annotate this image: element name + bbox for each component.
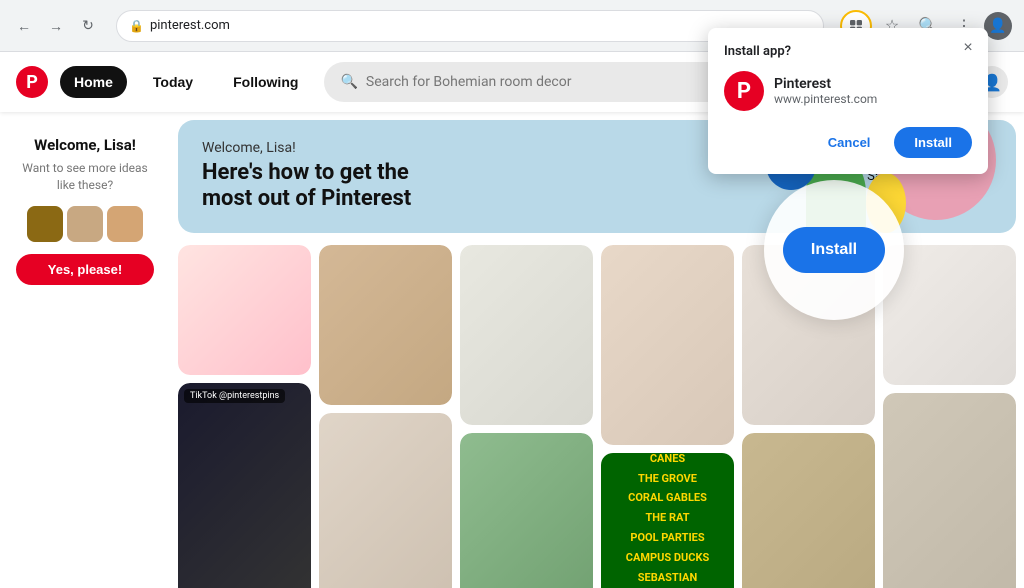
yes-please-button[interactable]: Yes, please! <box>16 254 154 285</box>
list-item[interactable] <box>742 433 875 588</box>
list-item[interactable]: CANES THE GROVE CORAL GABLES THE RAT POO… <box>601 453 734 588</box>
install-app-popup: × Install app? P Pinterest www.pinterest… <box>708 28 988 174</box>
sidebar: Welcome, Lisa! Want to see more ideas li… <box>0 112 170 588</box>
tiktok-badge: TikTok @pinterestpins <box>184 389 285 403</box>
popup-actions: Cancel Install <box>724 127 972 158</box>
install-overlay: Install <box>764 180 904 320</box>
list-item[interactable]: TikTok @pinterestpins <box>178 383 311 588</box>
nav-home-button[interactable]: Home <box>60 66 127 98</box>
popup-app-url: www.pinterest.com <box>774 92 877 106</box>
sample-pin-1 <box>27 206 63 242</box>
list-item[interactable] <box>319 413 452 588</box>
nav-following-button[interactable]: Following <box>219 66 312 98</box>
search-icon: 🔍 <box>340 74 357 90</box>
popup-app-details: Pinterest www.pinterest.com <box>774 76 877 106</box>
sample-pins <box>16 206 154 242</box>
popup-cancel-button[interactable]: Cancel <box>812 127 887 158</box>
popup-title: Install app? <box>724 44 972 59</box>
pinterest-logo[interactable]: P <box>16 66 48 98</box>
popup-app-info: P Pinterest www.pinterest.com <box>724 71 972 111</box>
list-item[interactable] <box>178 245 311 375</box>
sample-pin-3 <box>107 206 143 242</box>
popup-app-name: Pinterest <box>774 76 877 92</box>
nav-today-button[interactable]: Today <box>139 66 207 98</box>
list-item[interactable] <box>601 245 734 445</box>
sample-pin-2 <box>67 206 103 242</box>
search-placeholder: Search for Bohemian room decor <box>366 74 572 90</box>
sidebar-welcome-title: Welcome, Lisa! <box>16 136 154 154</box>
popup-install-button[interactable]: Install <box>894 127 972 158</box>
refresh-button[interactable]: ↻ <box>76 14 100 38</box>
popup-close-button[interactable]: × <box>956 36 980 60</box>
lock-icon: 🔒 <box>129 19 144 33</box>
list-item[interactable]: CRISPY VEGANPOTATO TACOSWITH JALAPENO CI… <box>460 433 593 588</box>
back-button[interactable]: ← <box>12 14 36 38</box>
list-item[interactable] <box>319 245 452 405</box>
browser-nav-controls: ← → ↻ <box>12 14 100 38</box>
welcome-card: Welcome, Lisa! Want to see more ideas li… <box>8 128 162 293</box>
sidebar-welcome-text: Want to see more ideas like these? <box>16 160 154 194</box>
install-circle: Install <box>764 180 904 320</box>
url-text: pinterest.com <box>150 18 230 33</box>
list-item[interactable] <box>883 393 1016 588</box>
popup-app-icon: P <box>724 71 764 111</box>
profile-button[interactable]: 👤 <box>984 12 1012 40</box>
list-item[interactable] <box>460 245 593 425</box>
install-big-button[interactable]: Install <box>783 227 885 273</box>
forward-button[interactable]: → <box>44 14 68 38</box>
